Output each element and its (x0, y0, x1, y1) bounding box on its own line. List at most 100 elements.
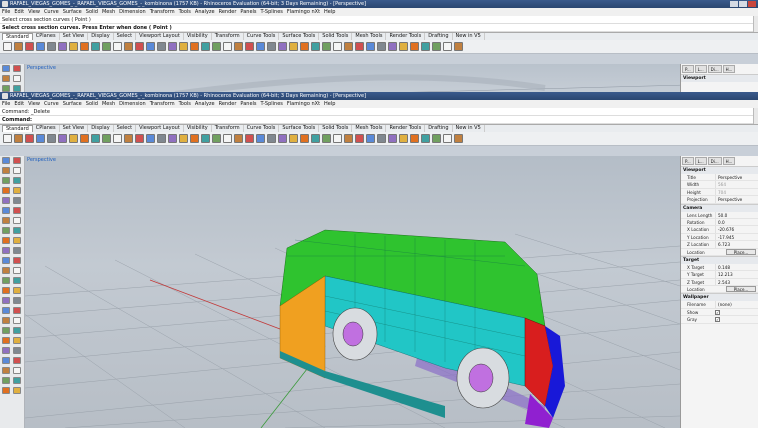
layer-icon[interactable] (157, 42, 166, 51)
zoom-icon[interactable] (113, 134, 122, 143)
menu-edit[interactable]: Edit (14, 100, 24, 108)
menu-solid[interactable]: Solid (86, 100, 98, 108)
surface-icon[interactable] (2, 307, 10, 314)
pan-icon[interactable] (366, 134, 375, 143)
paste-icon[interactable] (69, 134, 78, 143)
menu-curve[interactable]: Curve (44, 8, 59, 16)
menu-surface[interactable]: Surface (63, 100, 82, 108)
title-field[interactable]: Perspective (715, 174, 758, 181)
curve-icon[interactable] (13, 85, 21, 92)
menu-transform[interactable]: Transform (150, 8, 175, 16)
tab-drafting[interactable]: Drafting (425, 125, 453, 132)
print-icon[interactable] (36, 134, 45, 143)
select-icon[interactable] (146, 134, 155, 143)
menu-render[interactable]: Render (219, 8, 237, 16)
layer-icon[interactable] (157, 134, 166, 143)
rotate-view-icon[interactable] (102, 134, 111, 143)
tab-surface-tools[interactable]: Surface Tools (279, 33, 320, 40)
undo-icon[interactable] (355, 134, 364, 143)
zoom-extents-icon[interactable] (399, 42, 408, 51)
tab-mesh-tools[interactable]: Mesh Tools (352, 125, 387, 132)
menu-flamingo-nxt[interactable]: Flamingo nXt (287, 100, 320, 108)
menu-tools[interactable]: Tools (179, 8, 191, 16)
mirror-icon[interactable] (2, 367, 10, 374)
polyline-icon[interactable] (13, 157, 21, 164)
paste-icon[interactable] (344, 42, 353, 51)
point-icon[interactable] (2, 65, 10, 72)
tab-cplanes[interactable]: CPlanes (33, 125, 60, 132)
menu-curve[interactable]: Curve (44, 100, 59, 108)
tab-surface-tools[interactable]: Surface Tools (279, 125, 320, 132)
open-file-icon[interactable] (289, 42, 298, 51)
cut-icon[interactable] (47, 134, 56, 143)
panel-tab-h[interactable]: H... (722, 65, 736, 73)
rotation-field[interactable]: 0.0 (715, 218, 758, 226)
select-icon[interactable] (146, 42, 155, 51)
surface-icon[interactable] (2, 187, 10, 194)
menu-panels[interactable]: Panels (240, 8, 256, 16)
zoom-icon[interactable] (388, 42, 397, 51)
boolean-icon[interactable] (13, 207, 21, 214)
perspective-viewport[interactable]: Perspective (25, 156, 680, 428)
layer-icon[interactable] (432, 134, 441, 143)
print-icon[interactable] (311, 134, 320, 143)
dimension-icon[interactable] (2, 257, 10, 264)
boolean-icon[interactable] (13, 327, 21, 334)
analyze-icon[interactable] (2, 387, 10, 394)
fillet-icon[interactable] (2, 327, 10, 334)
options-icon[interactable] (256, 134, 265, 143)
tab-visibility[interactable]: Visibility (184, 125, 212, 132)
zoom-window-icon[interactable] (135, 42, 144, 51)
z-location-field[interactable]: 6.723 (715, 241, 758, 248)
menu-edit[interactable]: Edit (14, 8, 24, 16)
select-icon[interactable] (421, 134, 430, 143)
target-place-button[interactable]: Place... (726, 286, 756, 293)
render-icon[interactable] (13, 387, 21, 394)
zoom-extents-icon[interactable] (124, 134, 133, 143)
shade-icon[interactable] (223, 134, 232, 143)
zoom-window-icon[interactable] (410, 134, 419, 143)
zoom-window-icon[interactable] (135, 134, 144, 143)
cut-icon[interactable] (322, 42, 331, 51)
layer-icon[interactable] (432, 42, 441, 51)
new-file-icon[interactable] (278, 42, 287, 51)
tab-viewport-layout[interactable]: Viewport Layout (136, 33, 184, 40)
menu-analyze[interactable]: Analyze (195, 100, 215, 108)
tab-standard[interactable]: Standard (2, 33, 33, 40)
menu-file[interactable]: File (2, 100, 10, 108)
menu-dimension[interactable]: Dimension (119, 8, 146, 16)
rotate-icon[interactable] (2, 357, 10, 364)
front-command-scrollbar[interactable] (753, 108, 758, 124)
scale-icon[interactable] (13, 237, 21, 244)
tab-solid-tools[interactable]: Solid Tools (319, 125, 353, 132)
material-icon[interactable] (454, 134, 463, 143)
render-icon[interactable] (168, 134, 177, 143)
tab-display[interactable]: Display (88, 125, 114, 132)
array-icon[interactable] (13, 247, 21, 254)
panel-tab-l[interactable]: L... (694, 157, 707, 165)
new-file-icon[interactable] (3, 134, 12, 143)
rectangle-icon[interactable] (13, 167, 21, 174)
rectangle-icon[interactable] (13, 75, 21, 82)
grid-icon[interactable] (212, 134, 221, 143)
mirror-icon[interactable] (2, 247, 10, 254)
arc-icon[interactable] (2, 177, 10, 184)
menu-help[interactable]: Help (324, 8, 335, 16)
menu-view[interactable]: View (28, 100, 40, 108)
tab-render-tools[interactable]: Render Tools (386, 125, 426, 132)
point-icon[interactable] (2, 277, 10, 284)
trim-icon[interactable] (13, 337, 21, 344)
render-icon[interactable] (13, 267, 21, 274)
help-icon[interactable] (267, 42, 276, 51)
menu-file[interactable]: File (2, 8, 10, 16)
circle-icon[interactable] (2, 287, 10, 294)
save-icon[interactable] (25, 134, 34, 143)
curve-icon[interactable] (13, 177, 21, 184)
extrude-icon[interactable] (13, 307, 21, 314)
sphere-icon[interactable] (245, 42, 254, 51)
point-icon[interactable] (2, 157, 10, 164)
tab-new-in-v5[interactable]: New in V5 (453, 125, 485, 132)
filename-field[interactable]: (none) (715, 301, 758, 308)
text-icon[interactable] (13, 377, 21, 384)
select-icon[interactable] (421, 42, 430, 51)
